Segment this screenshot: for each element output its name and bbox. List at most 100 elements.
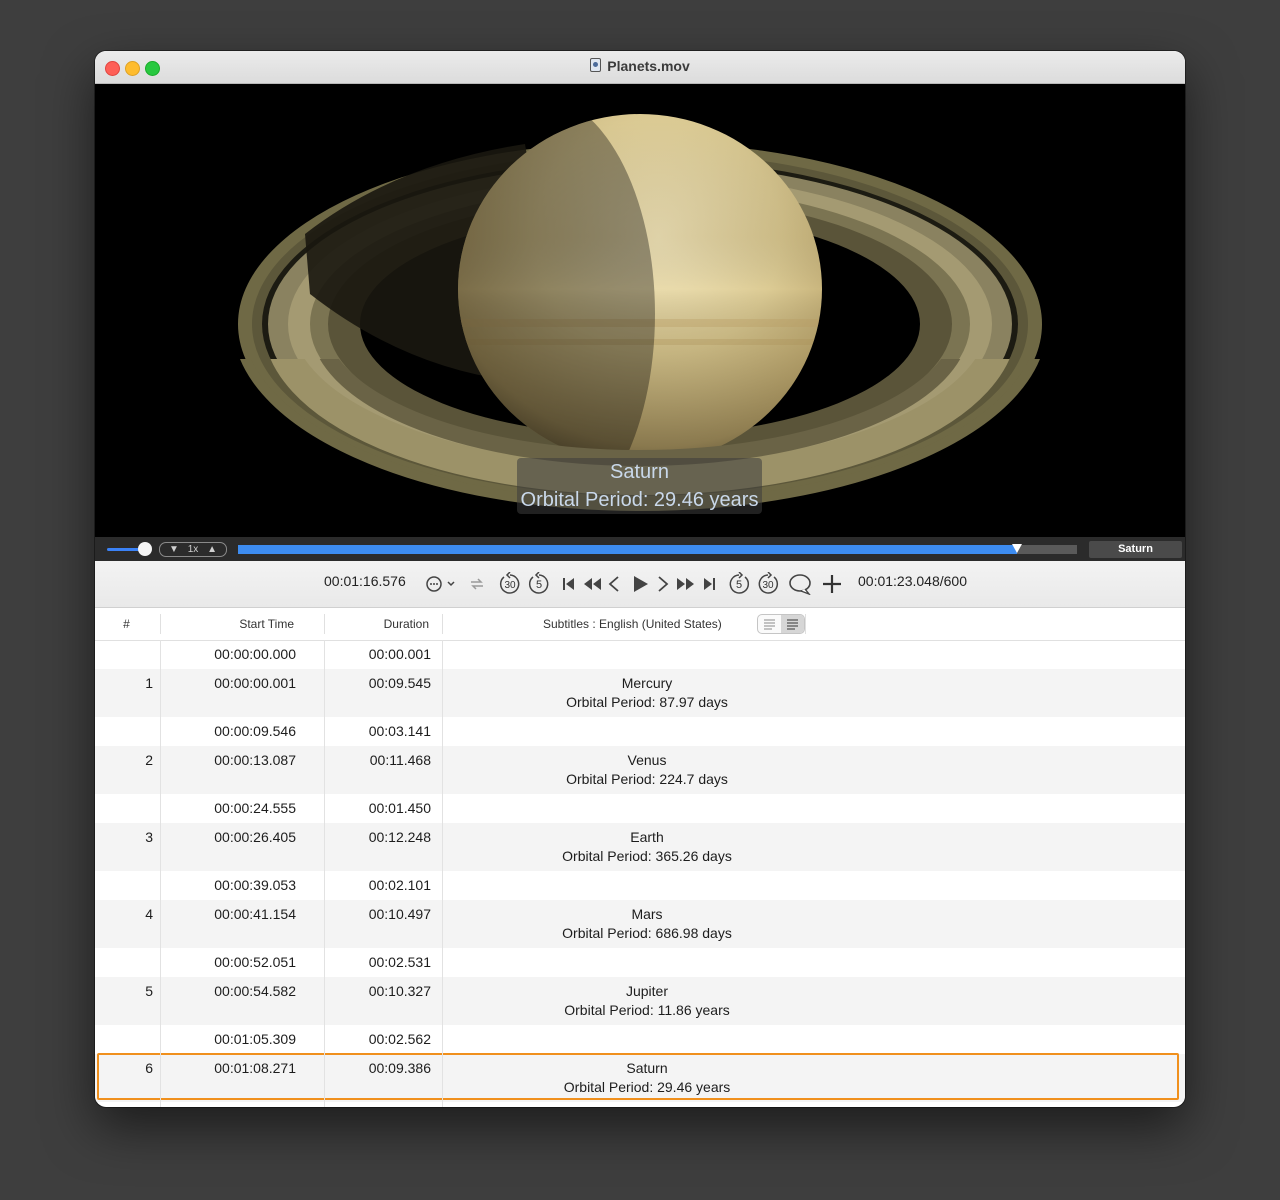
cue-text-line-1: Venus (627, 752, 667, 768)
repeat-icon[interactable] (467, 574, 487, 594)
cue-start-time: 00:00:00.000 (214, 646, 296, 662)
cue-duration: 00:03.141 (368, 723, 431, 739)
video-subtitle-overlay: Saturn Orbital Period: 29.46 years (517, 458, 762, 514)
add-subtitle-bubble-icon[interactable] (788, 573, 812, 595)
volume-slider-knob[interactable] (138, 542, 152, 556)
title-bar[interactable]: Planets.mov (95, 51, 1185, 84)
subtitle-row[interactable]: 00:00:39.053 00:02.101 (95, 871, 1185, 900)
subtitle-row[interactable]: 00:00:00.000 00:00.001 (95, 640, 1185, 669)
subtitle-row[interactable]: 6 00:01:08.271 00:09.386 Saturn Orbital Peri… (95, 1054, 1185, 1102)
column-gridline (442, 640, 443, 1107)
cue-duration: 00:01.450 (368, 800, 431, 816)
cue-number: 4 (145, 906, 153, 922)
window-title-text: Planets.mov (607, 58, 690, 74)
timeline-progress[interactable] (238, 544, 1077, 554)
subtitle-row[interactable]: 4 00:00:41.154 00:10.497 Mars Orbital Period… (95, 900, 1185, 948)
cue-text-line-1: Saturn (626, 1060, 668, 1076)
video-viewport[interactable]: Saturn Orbital Period: 29.46 years (95, 84, 1185, 537)
subtitle-row[interactable]: 2 00:00:13.087 00:11.468 Venus Orbital Perio… (95, 746, 1185, 794)
skip-forward-30-label: 30 (762, 580, 774, 591)
overlay-line-1: Saturn (610, 461, 669, 483)
subtitle-row[interactable]: 5 00:00:54.582 00:10.327 Jupiter Orbital Per… (95, 977, 1185, 1025)
cue-duration: 00:09.545 (368, 675, 431, 691)
fast-forward-icon[interactable] (675, 574, 697, 594)
cue-text-line-2: Orbital Period: 686.98 days (562, 925, 732, 941)
playhead-marker-icon[interactable] (1011, 544, 1022, 553)
column-header-duration[interactable]: Duration (325, 617, 429, 631)
jump-to-start-icon[interactable] (561, 574, 575, 594)
more-options-icon[interactable] (425, 574, 457, 594)
subtitle-row[interactable]: 00:00:52.051 00:02.531 (95, 948, 1185, 977)
transport-toolbar: 00:01:16.576 30 5 5 30 00:01:23.048/600 (95, 561, 1185, 608)
subtitle-row[interactable]: 1 00:00:00.001 00:09.545 Mercury Orbital Per… (95, 669, 1185, 717)
cue-number: 1 (145, 675, 153, 691)
rewind-icon[interactable] (581, 574, 603, 594)
skip-forward-30-icon[interactable]: 30 (756, 572, 780, 596)
cue-duration: 00:11.468 (369, 752, 431, 768)
play-icon[interactable] (631, 574, 649, 594)
column-divider[interactable] (805, 614, 806, 634)
column-header-number[interactable]: # (95, 617, 158, 631)
column-gridline (160, 640, 161, 1107)
cue-start-time: 00:00:26.405 (214, 829, 296, 845)
cue-number: 5 (145, 983, 153, 999)
cue-text-line-1: Earth (630, 829, 664, 845)
window-title: Planets.mov (95, 58, 1185, 74)
jump-to-end-icon[interactable] (703, 574, 717, 594)
current-time-display: 00:01:16.576 (324, 573, 406, 589)
cue-text-line-1: Mercury (621, 675, 673, 691)
column-divider[interactable] (442, 614, 443, 634)
skip-forward-5-label: 5 (736, 579, 742, 591)
cue-start-time: 00:00:09.546 (214, 723, 296, 739)
subtitle-row[interactable]: 00:01:05.309 00:02.562 (95, 1025, 1185, 1054)
subtitle-table-body: 00:00:00.000 00:00.001 1 00:00:00.001 00:09.… (95, 640, 1185, 1107)
cue-text-line-2: Orbital Period: 29.46 years (563, 1079, 731, 1095)
cue-text-line-1: Mars (631, 906, 663, 922)
cue-duration: 00:10.327 (368, 983, 431, 999)
step-forward-icon[interactable] (656, 574, 670, 594)
overlay-line-2: Orbital Period: 29.46 years (520, 489, 759, 511)
skip-back-30-label: 30 (504, 580, 516, 591)
cue-start-time: 00:00:24.555 (214, 800, 296, 816)
cue-text-line-2: Orbital Period: 365.26 days (562, 848, 732, 864)
subtitle-row[interactable]: 00:00:24.555 00:01.450 (95, 794, 1185, 823)
skip-forward-5-icon[interactable]: 5 (727, 572, 751, 596)
skip-back-30-icon[interactable]: 30 (498, 572, 522, 596)
speed-down-icon[interactable]: ▼ (169, 544, 179, 555)
cue-start-time: 00:01:08.271 (214, 1060, 296, 1076)
subtitle-view-toggle[interactable] (757, 614, 805, 634)
scrubber-bar: ▼ 1x ▲ Saturn (95, 537, 1185, 561)
subtitle-row[interactable]: 00:00:09.546 00:03.141 (95, 717, 1185, 746)
speed-label: 1x (187, 544, 199, 555)
table-empty-area[interactable] (95, 1102, 1185, 1107)
step-back-icon[interactable] (607, 574, 621, 594)
cue-text-line-2: Orbital Period: 87.97 days (566, 694, 728, 710)
speed-up-icon[interactable]: ▲ (207, 544, 217, 555)
column-header-subtitles[interactable]: Subtitles : English (United States) (543, 617, 722, 631)
skip-back-5-icon[interactable]: 5 (527, 572, 551, 596)
cue-number: 3 (145, 829, 153, 845)
cue-number: 6 (145, 1060, 153, 1076)
current-chapter-label[interactable]: Saturn (1089, 541, 1182, 558)
cue-start-time: 00:00:39.053 (214, 877, 296, 893)
subtitle-row[interactable]: 3 00:00:26.405 00:12.248 Earth Orbital Perio… (95, 823, 1185, 871)
add-icon[interactable] (821, 574, 843, 594)
column-header-start-time[interactable]: Start Time (161, 617, 294, 631)
cue-start-time: 00:01:05.309 (214, 1031, 296, 1047)
cue-duration: 00:12.248 (368, 829, 431, 845)
skip-back-5-label: 5 (536, 579, 542, 591)
cue-start-time: 00:00:13.087 (214, 752, 296, 768)
cue-start-time: 00:00:41.154 (214, 906, 296, 922)
cue-duration: 00:02.531 (368, 954, 431, 970)
cue-text-line-2: Orbital Period: 11.86 years (564, 1002, 730, 1018)
cue-duration: 00:00.001 (368, 646, 431, 662)
movie-file-icon (590, 58, 602, 72)
cue-text-line-2: Orbital Period: 224.7 days (566, 771, 728, 787)
playback-speed-control[interactable]: ▼ 1x ▲ (159, 542, 227, 557)
styled-view-icon[interactable] (781, 615, 804, 633)
plain-view-icon[interactable] (758, 615, 781, 633)
cue-start-time: 00:00:54.582 (214, 983, 296, 999)
column-gridline (324, 640, 325, 1107)
cue-duration: 00:02.101 (368, 877, 431, 893)
cue-start-time: 00:00:52.051 (214, 954, 296, 970)
